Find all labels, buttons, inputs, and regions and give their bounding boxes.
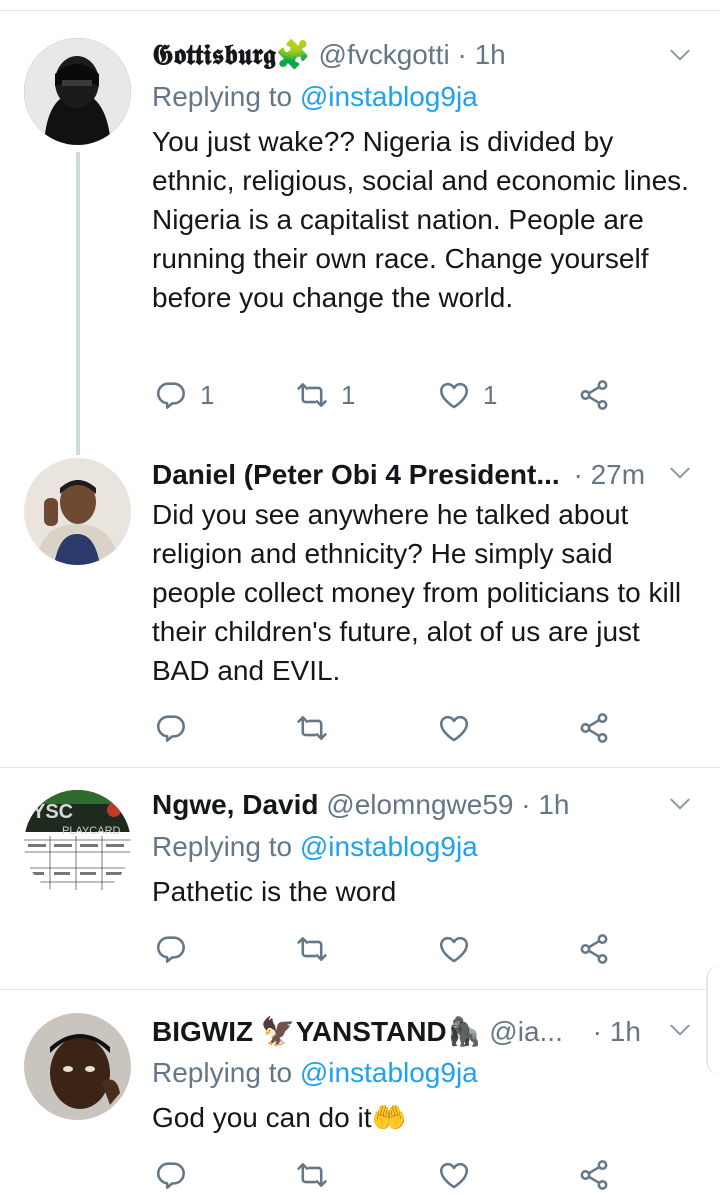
replying-to-prefix: Replying to bbox=[152, 1057, 300, 1088]
reply-button[interactable] bbox=[154, 929, 200, 969]
share-icon bbox=[577, 1158, 611, 1192]
retweet-icon bbox=[295, 378, 329, 412]
share-icon bbox=[577, 711, 611, 745]
mention-link[interactable]: @instablog9ja bbox=[300, 1057, 478, 1088]
like-button[interactable]: 1 bbox=[437, 375, 497, 415]
share-button[interactable] bbox=[577, 375, 611, 415]
chevron-down-icon[interactable] bbox=[667, 42, 693, 68]
retweet-count: 1 bbox=[341, 379, 356, 410]
tweet-text: You just wake?? Nigeria is divided by et… bbox=[152, 126, 689, 313]
separator-dot: · bbox=[573, 459, 583, 490]
timestamp[interactable]: 1h bbox=[475, 39, 506, 70]
display-name[interactable]: Daniel (Peter Obi 4 President... bbox=[152, 459, 560, 490]
reply-button[interactable]: 1 bbox=[154, 375, 214, 415]
share-icon bbox=[577, 932, 611, 966]
tweet-actions bbox=[152, 708, 672, 748]
avatar[interactable] bbox=[24, 1013, 131, 1120]
reply-button[interactable] bbox=[154, 708, 200, 748]
heart-icon bbox=[437, 932, 471, 966]
timestamp[interactable]: 1h bbox=[538, 789, 569, 820]
chevron-down-icon[interactable] bbox=[667, 460, 693, 486]
heart-icon bbox=[437, 378, 471, 412]
tweet-divider bbox=[0, 989, 720, 990]
tweet-header: BIGWIZ 🦅YANSTAND🦍 @ia... · 1h bbox=[152, 1012, 641, 1052]
tweet-actions bbox=[152, 929, 672, 969]
separator-dot: · bbox=[457, 39, 467, 70]
chevron-down-icon[interactable] bbox=[667, 791, 693, 817]
handle[interactable]: @fvckgotti bbox=[319, 39, 450, 70]
replying-to: Replying to @instablog9ja bbox=[152, 828, 478, 866]
tweet-text: Did you see anywhere he talked about rel… bbox=[152, 499, 682, 686]
timestamp[interactable]: 27m bbox=[591, 459, 645, 490]
like-count: 1 bbox=[483, 379, 498, 410]
avatar[interactable] bbox=[24, 458, 131, 565]
heart-icon bbox=[437, 1158, 471, 1192]
share-button[interactable] bbox=[577, 929, 611, 969]
replying-to: Replying to @instablog9ja bbox=[152, 78, 478, 116]
side-scroll-handle[interactable] bbox=[706, 965, 720, 1075]
handle[interactable]: @ia... bbox=[489, 1016, 563, 1047]
tweet-actions: 1 1 1 bbox=[152, 375, 672, 415]
replying-to-prefix: Replying to bbox=[152, 831, 300, 862]
display-name[interactable]: BIGWIZ 🦅YANSTAND🦍 bbox=[152, 1016, 482, 1047]
retweet-button[interactable] bbox=[295, 929, 341, 969]
like-button[interactable] bbox=[437, 1155, 471, 1195]
tweet-text: God you can do it🤲 bbox=[152, 1102, 407, 1133]
avatar-text-ysc: YSC bbox=[32, 801, 73, 823]
tweet-header: Ngwe, David @elomngwe59 · 1h bbox=[152, 785, 570, 825]
separator-dot: · bbox=[592, 1016, 602, 1047]
avatar[interactable] bbox=[24, 38, 131, 145]
avatar-text-playcard: PLAYCARD bbox=[62, 825, 121, 837]
reply-button[interactable] bbox=[154, 1155, 188, 1195]
replying-to: Replying to @instablog9ja bbox=[152, 1054, 478, 1092]
tweet-text: Pathetic is the word bbox=[152, 876, 397, 907]
replying-to-prefix: Replying to bbox=[152, 81, 300, 112]
heart-icon bbox=[437, 711, 471, 745]
chevron-down-icon[interactable] bbox=[667, 1017, 693, 1043]
retweet-icon bbox=[295, 932, 329, 966]
tweet-header: 𝕲𝖔𝖙𝖙𝖎𝖘𝖇𝖚𝖗𝖌🧩 @fvckgotti · 1h bbox=[152, 35, 506, 75]
like-button[interactable] bbox=[437, 929, 483, 969]
reply-icon bbox=[154, 378, 188, 412]
share-button[interactable] bbox=[577, 708, 611, 748]
share-button[interactable] bbox=[577, 1155, 611, 1195]
tweet-divider bbox=[0, 767, 720, 768]
thread-line bbox=[76, 152, 80, 455]
timestamp[interactable]: 1h bbox=[610, 1016, 641, 1047]
like-button[interactable] bbox=[437, 708, 483, 748]
top-divider bbox=[0, 10, 720, 11]
retweet-icon bbox=[295, 711, 329, 745]
reply-icon bbox=[154, 711, 188, 745]
display-name[interactable]: 𝕲𝖔𝖙𝖙𝖎𝖘𝖇𝖚𝖗𝖌🧩 bbox=[152, 39, 311, 70]
avatar[interactable]: YSC PLAYCARD bbox=[24, 790, 131, 897]
retweet-button[interactable] bbox=[295, 1155, 329, 1195]
tweet-header: Daniel (Peter Obi 4 President... · 27m bbox=[152, 455, 645, 495]
mention-link[interactable]: @instablog9ja bbox=[300, 81, 478, 112]
reply-icon bbox=[154, 932, 188, 966]
handle[interactable]: @elomngwe59 bbox=[326, 789, 513, 820]
share-icon bbox=[577, 378, 611, 412]
tweet-actions bbox=[152, 1155, 672, 1195]
display-name[interactable]: Ngwe, David bbox=[152, 789, 318, 820]
retweet-button[interactable]: 1 bbox=[295, 375, 355, 415]
retweet-icon bbox=[295, 1158, 329, 1192]
reply-count: 1 bbox=[200, 379, 215, 410]
reply-icon bbox=[154, 1158, 188, 1192]
retweet-button[interactable] bbox=[295, 708, 341, 748]
mention-link[interactable]: @instablog9ja bbox=[300, 831, 478, 862]
separator-dot: · bbox=[521, 789, 531, 820]
